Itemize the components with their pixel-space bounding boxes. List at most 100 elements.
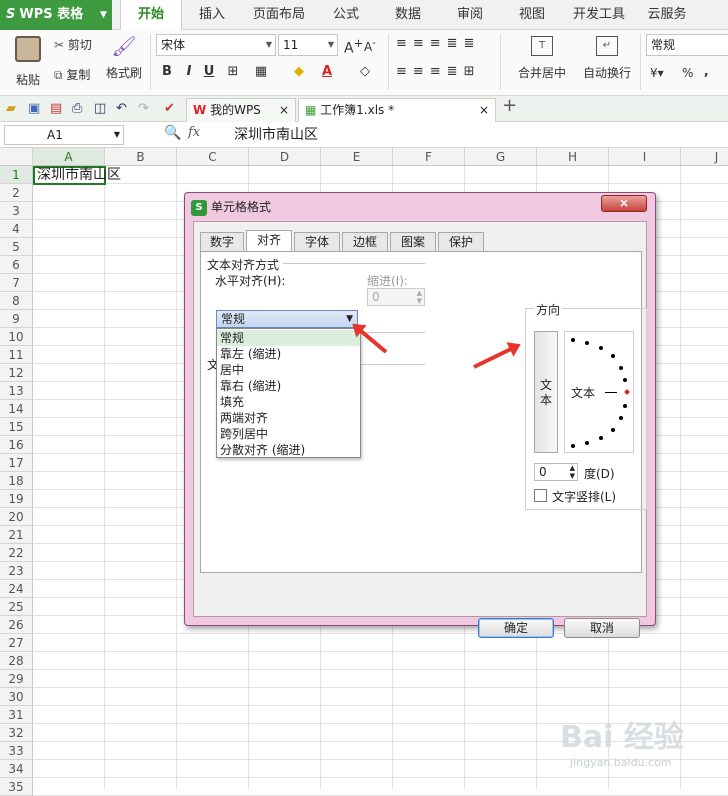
dropdown-option-justify[interactable]: 两端对齐 [217, 410, 360, 426]
row-header[interactable]: 24 [0, 580, 33, 598]
spinner-arrows-icon[interactable]: ▲ ▼ [417, 289, 422, 305]
font-color-button[interactable]: A [318, 62, 336, 82]
open-folder-icon[interactable]: ▰ [6, 100, 16, 118]
zoom-icon[interactable]: 🔍 [164, 125, 181, 141]
clear-format-button[interactable]: ◇ [356, 62, 374, 82]
font-name-select[interactable]: 宋体 ▼ [156, 34, 276, 56]
dropdown-option-center[interactable]: 居中 [217, 362, 360, 378]
spinner-arrows-icon[interactable]: ▲ ▼ [570, 464, 575, 480]
dialog-close-button[interactable]: × [601, 195, 647, 212]
close-icon[interactable]: × [279, 99, 289, 121]
row-header[interactable]: 6 [0, 256, 33, 274]
tab-page-layout[interactable]: 页面布局 [248, 0, 310, 30]
indent-spinner[interactable]: 0 ▲ ▼ [367, 288, 425, 306]
column-header[interactable]: J [681, 148, 728, 166]
column-header[interactable]: G [465, 148, 537, 166]
row-header[interactable]: 22 [0, 544, 33, 562]
tab-protection[interactable]: 保护 [438, 232, 484, 252]
column-header[interactable]: E [321, 148, 393, 166]
row-header[interactable]: 33 [0, 742, 33, 760]
redo-icon[interactable]: ↷ [138, 100, 149, 118]
row-header[interactable]: 31 [0, 706, 33, 724]
wrap-text-button[interactable]: ↵ 自动换行 [582, 34, 632, 81]
save-icon[interactable]: ▣ [28, 100, 40, 118]
tab-font[interactable]: 字体 [294, 232, 340, 252]
customize-icon[interactable]: ✔ [164, 100, 175, 118]
row-header[interactable]: 12 [0, 364, 33, 382]
decrease-font-button[interactable]: A- [364, 38, 376, 54]
row-header[interactable]: 21 [0, 526, 33, 544]
row-header[interactable]: 26 [0, 616, 33, 634]
row-header[interactable]: 9 [0, 310, 33, 328]
tab-insert[interactable]: 插入 [190, 0, 234, 30]
comma-button[interactable]: , [704, 64, 709, 78]
row-header[interactable]: 23 [0, 562, 33, 580]
preview-icon[interactable]: ◫ [94, 100, 106, 118]
percent-button[interactable]: % [682, 66, 693, 80]
tab-developer[interactable]: 开发工具 [568, 0, 630, 30]
number-format-select[interactable]: 常规 [646, 34, 728, 56]
dropdown-option-left-indent[interactable]: 靠左 (缩进) [217, 346, 360, 362]
ok-button[interactable]: 确定 [478, 618, 554, 638]
vertical-text-button[interactable]: 文本 [534, 331, 558, 453]
dropdown-option-fill[interactable]: 填充 [217, 394, 360, 410]
tab-number[interactable]: 数字 [200, 232, 244, 252]
cut-button[interactable]: ✂ 剪切 [54, 36, 92, 53]
row-header[interactable]: 5 [0, 238, 33, 256]
row-header[interactable]: 3 [0, 202, 33, 220]
tab-alignment[interactable]: 对齐 [246, 230, 292, 252]
row-header[interactable]: 35 [0, 778, 33, 796]
orientation-dial[interactable]: 文本 [564, 331, 634, 453]
row-header[interactable]: 16 [0, 436, 33, 454]
undo-icon[interactable]: ↶ [116, 100, 127, 118]
row-header[interactable]: 10 [0, 328, 33, 346]
halign-select[interactable]: 常规 ▼ [216, 310, 358, 328]
row-header[interactable]: 2 [0, 184, 33, 202]
italic-button[interactable]: I [180, 62, 198, 82]
tab-review[interactable]: 审阅 [448, 0, 492, 30]
add-tab-icon[interactable]: + [502, 97, 517, 115]
row-header[interactable]: 28 [0, 652, 33, 670]
row-header[interactable]: 17 [0, 454, 33, 472]
bold-button[interactable]: B [158, 62, 176, 82]
row-header[interactable]: 29 [0, 670, 33, 688]
vertical-text-checkbox[interactable] [534, 489, 547, 502]
column-header[interactable]: D [249, 148, 321, 166]
row-header[interactable]: 1 [0, 166, 33, 184]
column-header[interactable]: B [105, 148, 177, 166]
vertical-align-buttons[interactable]: ≡≡≡≣≣ [396, 36, 480, 51]
row-header[interactable]: 20 [0, 508, 33, 526]
fill-pattern-button[interactable]: ▦ [252, 62, 270, 82]
column-header[interactable]: A [33, 148, 105, 166]
fill-color-button[interactable]: ◆ [290, 62, 308, 82]
dropdown-option-distributed-indent[interactable]: 分散对齐 (缩进) [217, 442, 360, 458]
function-icon[interactable]: fx [188, 125, 200, 140]
tab-data[interactable]: 数据 [386, 0, 430, 30]
tab-cloud[interactable]: 云服务 [642, 0, 692, 30]
name-box[interactable]: A1 ▼ [4, 125, 124, 145]
row-header[interactable]: 8 [0, 292, 33, 310]
cancel-button[interactable]: 取消 [564, 618, 640, 638]
merge-center-button[interactable]: T 合并居中 [512, 34, 572, 81]
row-header[interactable]: 4 [0, 220, 33, 238]
dropdown-option-center-across[interactable]: 跨列居中 [217, 426, 360, 442]
tab-border[interactable]: 边框 [342, 232, 388, 252]
formula-input[interactable]: 深圳市南山区 [226, 124, 726, 146]
currency-button[interactable]: ¥▾ [650, 66, 664, 80]
underline-button[interactable]: U [200, 62, 218, 82]
tab-home[interactable]: 开始 [120, 0, 182, 31]
degree-spinner[interactable]: 0 ▲ ▼ [534, 463, 578, 481]
row-header[interactable]: 7 [0, 274, 33, 292]
row-header[interactable]: 30 [0, 688, 33, 706]
format-painter-button[interactable]: 🖌 格式刷 [104, 34, 144, 81]
row-header[interactable]: 25 [0, 598, 33, 616]
increase-font-button[interactable]: A+ [344, 36, 363, 57]
row-header[interactable]: 19 [0, 490, 33, 508]
border-button[interactable]: ⊞ [224, 62, 242, 82]
cell-a1[interactable]: 深圳市南山区 [33, 166, 121, 185]
tab-my-wps[interactable]: W 我的WPS × [186, 98, 296, 122]
row-header[interactable]: 34 [0, 760, 33, 778]
close-icon[interactable]: × [479, 99, 489, 121]
horizontal-align-buttons[interactable]: ≡≡≡≣⊞ [396, 64, 480, 79]
tab-formulas[interactable]: 公式 [324, 0, 368, 30]
